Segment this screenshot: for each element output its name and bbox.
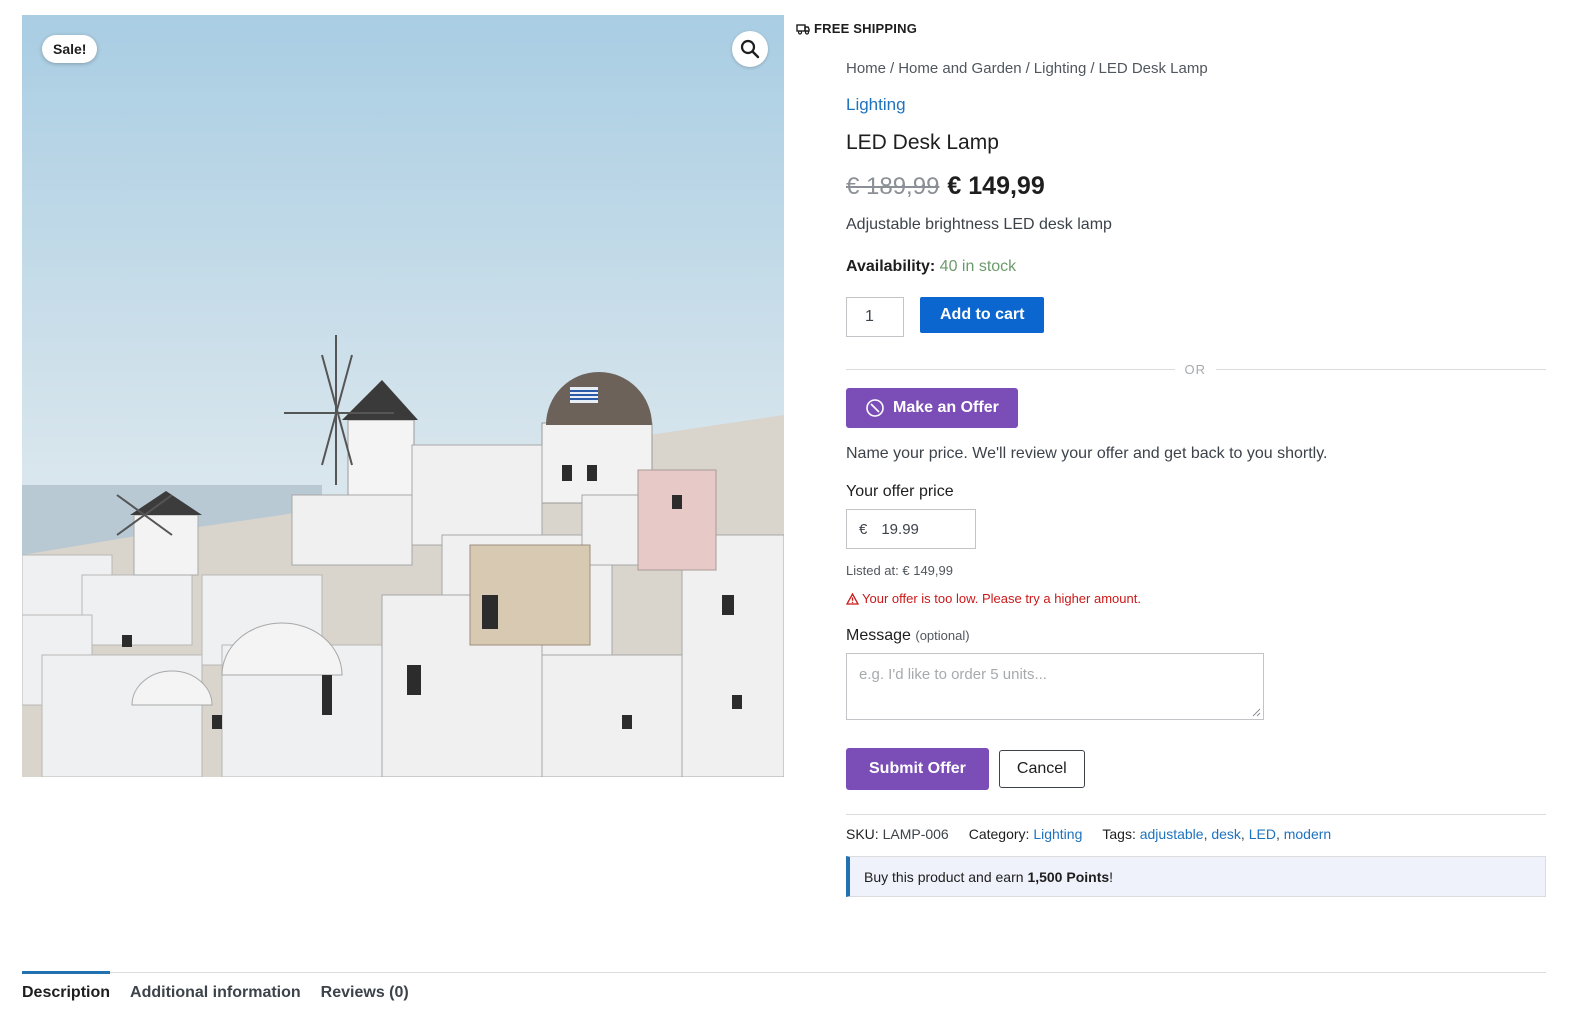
magnifier-icon xyxy=(740,39,760,59)
tag-link[interactable]: LED xyxy=(1249,826,1276,842)
divider-line xyxy=(1216,369,1546,370)
breadcrumb-separator: / xyxy=(1090,60,1095,77)
listed-price: Listed at: € 149,99 xyxy=(846,563,953,578)
message-textarea[interactable]: e.g. I'd like to order 5 units... xyxy=(846,653,1264,720)
offer-error-text: Your offer is too low. Please try a high… xyxy=(862,591,1141,606)
or-divider: OR xyxy=(846,362,1546,377)
offer-price-value: 19.99 xyxy=(881,520,919,538)
product-summary: Home / Home and Garden / Lighting / LED Desk L… xyxy=(846,58,1546,897)
offer-actions: Submit Offer Cancel xyxy=(846,748,1546,790)
zoom-button[interactable] xyxy=(732,31,768,67)
or-label: OR xyxy=(1184,362,1206,377)
make-offer-button[interactable]: Make an Offer xyxy=(846,388,1018,428)
sale-badge: Sale! xyxy=(42,35,98,63)
breadcrumb-home-and-garden[interactable]: Home and Garden xyxy=(898,60,1021,77)
breadcrumb-current: LED Desk Lamp xyxy=(1098,60,1208,77)
divider-line xyxy=(846,369,1175,370)
tab-description[interactable]: Description xyxy=(22,971,111,1002)
product-title: LED Desk Lamp xyxy=(846,131,999,154)
free-shipping-notice: FREE SHIPPING xyxy=(796,21,917,36)
tag-link[interactable]: modern xyxy=(1284,826,1331,842)
tags-meta: Tags: adjustable, desk, LED, modern xyxy=(1102,826,1332,842)
product-meta: SKU: LAMP-006 Category: Lighting Tags: a… xyxy=(846,814,1546,842)
truck-icon xyxy=(796,23,810,35)
breadcrumb-separator: / xyxy=(890,60,895,77)
message-placeholder: e.g. I'd like to order 5 units... xyxy=(859,666,1047,683)
add-to-cart-button[interactable]: Add to cart xyxy=(920,297,1045,333)
offer-price-input[interactable]: € 19.99 xyxy=(846,509,976,549)
make-offer-label: Make an Offer xyxy=(893,399,999,416)
message-label: Message (optional) xyxy=(846,625,1546,647)
offer-price-label: Your offer price xyxy=(846,483,954,500)
sku: SKU: LAMP-006 xyxy=(846,826,949,842)
category-link[interactable]: Lighting xyxy=(846,94,1546,116)
breadcrumb-home[interactable]: Home xyxy=(846,60,886,77)
category-meta-link[interactable]: Lighting xyxy=(1033,826,1082,842)
tag-circle-icon xyxy=(866,399,884,417)
category-meta: Category: Lighting xyxy=(969,826,1083,842)
points-notice: Buy this product and earn 1,500 Points! xyxy=(846,856,1546,897)
breadcrumb-separator: / xyxy=(1025,60,1030,77)
tab-reviews[interactable]: Reviews (0) xyxy=(321,973,409,1002)
quantity-input[interactable]: 1 xyxy=(846,297,904,337)
sku-label: SKU: xyxy=(846,826,879,842)
offer-error: Your offer is too low. Please try a high… xyxy=(846,590,1546,608)
product-tabs: Description Additional information Revie… xyxy=(22,971,1546,1002)
product-image[interactable]: Sale! xyxy=(22,15,784,777)
add-to-cart-form: 1 Add to cart xyxy=(846,297,1546,337)
tab-additional-information[interactable]: Additional information xyxy=(130,973,301,1002)
points-amount: 1,500 Points xyxy=(1027,868,1110,885)
cancel-button[interactable]: Cancel xyxy=(998,750,1085,788)
price: € 189,99 € 149,99 xyxy=(846,172,1546,202)
sale-price: € 149,99 xyxy=(947,172,1045,200)
tag-link[interactable]: adjustable xyxy=(1140,826,1204,842)
submit-offer-button[interactable]: Submit Offer xyxy=(846,748,989,790)
sku-value: LAMP-006 xyxy=(882,826,949,842)
points-suffix: ! xyxy=(1109,868,1114,885)
message-label-text: Message xyxy=(846,627,911,644)
category-label: Category: xyxy=(968,826,1030,842)
free-shipping-label: FREE SHIPPING xyxy=(814,21,918,36)
breadcrumb: Home / Home and Garden / Lighting / LED Desk L… xyxy=(846,58,1546,80)
message-optional: (optional) xyxy=(915,628,970,643)
santorini-photo xyxy=(22,15,784,777)
resize-grip-icon[interactable] xyxy=(1252,708,1261,717)
tag-link[interactable]: desk xyxy=(1211,826,1241,842)
regular-price: € 189,99 xyxy=(846,173,940,200)
warning-icon xyxy=(846,593,859,605)
breadcrumb-lighting[interactable]: Lighting xyxy=(1034,60,1087,77)
availability-label: Availability: xyxy=(846,258,936,275)
points-prefix: Buy this product and earn xyxy=(864,868,1028,885)
stock-status: 40 in stock xyxy=(939,258,1017,275)
availability: Availability: 40 in stock xyxy=(846,256,1546,278)
short-description: Adjustable brightness LED desk lamp xyxy=(846,216,1112,233)
currency-symbol: € xyxy=(859,520,868,538)
tags-label: Tags: xyxy=(1102,826,1136,842)
offer-note: Name your price. We'll review your offer… xyxy=(846,445,1328,462)
